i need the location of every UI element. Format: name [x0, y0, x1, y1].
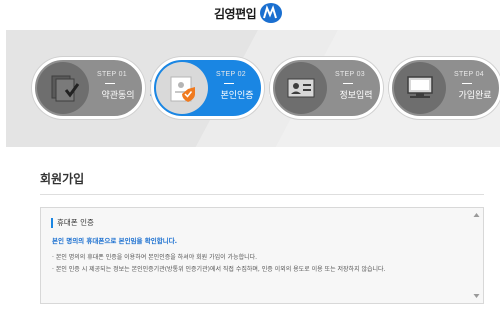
panel-accent-bar: [51, 217, 53, 228]
step-1-label: 약관동의: [101, 91, 135, 101]
scroll-down-icon[interactable]: [473, 293, 480, 299]
step-4-label: 가입완료: [458, 91, 492, 101]
step-3-label: 정보입력: [339, 91, 373, 101]
step-1-icon-circle: [37, 62, 89, 114]
step-3-info: STEP 03 정보입력: [270, 57, 383, 119]
panel-notice-line: · 본인 인증 시 제공되는 정보는 본인인증기관(방통위 인증기관)에서 직접…: [52, 266, 386, 273]
step-4-complete: STEP 04 가입완료: [389, 57, 500, 119]
brand-logo[interactable]: 김영편입: [214, 3, 283, 23]
phone-verification-panel[interactable]: 휴대폰 인증 본인 명의의 휴대폰으로 본인임을 확인합니다. · 본인 명의의…: [40, 207, 484, 304]
document-check-icon: [51, 75, 80, 102]
id-card-icon: [287, 78, 315, 98]
page-title: 회원가입: [40, 172, 85, 186]
step-2-verify: STEP 02 본인인증: [151, 57, 264, 119]
step-1-terms: STEP 01 약관동의: [32, 57, 145, 119]
brand-name: 김영편입: [214, 6, 257, 21]
title-divider: [40, 194, 484, 195]
panel-header: 휴대폰 인증: [51, 217, 94, 228]
step-2-number: STEP 02: [216, 71, 246, 78]
step-3-number: STEP 03: [335, 71, 365, 78]
monitor-icon: [407, 76, 433, 98]
brand-mark-icon: [260, 3, 283, 23]
step-1-number: STEP 01: [97, 71, 127, 78]
panel-lead-text: 본인 명의의 휴대폰으로 본인임을 확인합니다.: [52, 237, 178, 245]
top-bar: 김영편입: [0, 0, 500, 28]
id-shield-icon: [170, 76, 195, 102]
step-2-icon-circle: [156, 62, 208, 114]
step-4-icon-circle: [394, 62, 446, 114]
panel-title: 휴대폰 인증: [57, 218, 94, 227]
step-2-label: 본인인증: [220, 91, 254, 101]
step-4-number: STEP 04: [454, 71, 484, 78]
signup-steps: STEP 01 약관동의 STEP 02 본인인증 STEP 03 정보입력 S…: [6, 30, 500, 147]
scroll-up-icon[interactable]: [473, 212, 480, 218]
panel-notice-line: · 본인 명의의 휴대폰 인증을 이용하여 본인인증을 하셔야 회원 가입이 가…: [52, 254, 258, 261]
step-3-icon-circle: [275, 62, 327, 114]
